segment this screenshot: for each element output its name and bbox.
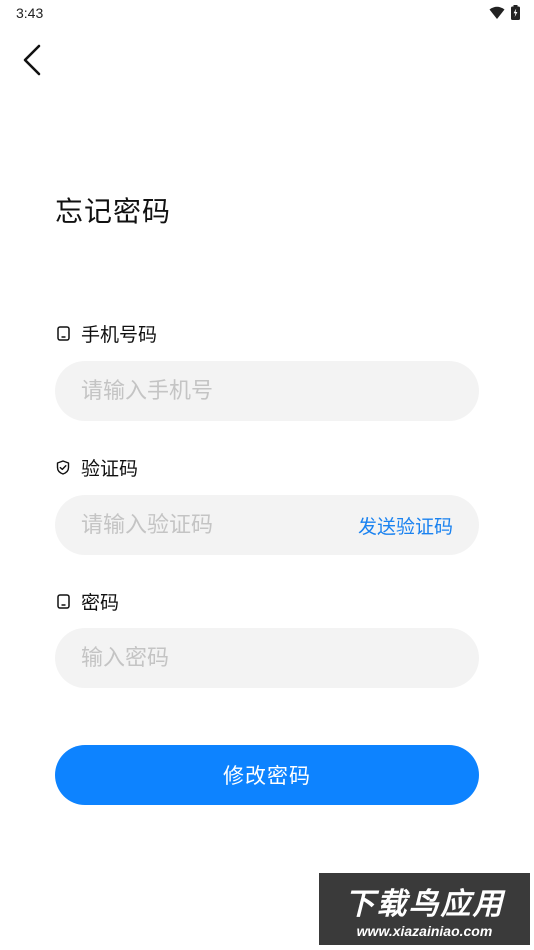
watermark-logo: 下载鸟应用 www.xiazainiao.com: [319, 873, 530, 945]
chevron-left-icon: [21, 44, 43, 80]
password-label: 密码: [55, 588, 119, 615]
status-bar: 3:43: [0, 0, 534, 28]
password-input[interactable]: [81, 645, 453, 671]
watermark-url: www.xiazainiao.com: [356, 923, 493, 939]
code-field[interactable]: 发送验证码: [55, 495, 479, 555]
phone-icon: [55, 326, 71, 342]
phone-input[interactable]: [81, 378, 453, 404]
watermark-title: 下载鸟应用: [344, 887, 505, 922]
wifi-icon: [489, 5, 505, 24]
back-button[interactable]: [14, 44, 50, 80]
shield-icon: [55, 460, 71, 476]
phone-label: 手机号码: [55, 320, 157, 347]
send-code-button[interactable]: 发送验证码: [358, 512, 453, 539]
status-time: 3:43: [16, 5, 44, 21]
password-label-text: 密码: [81, 592, 120, 614]
battery-icon: [511, 5, 520, 24]
phone-label-text: 手机号码: [81, 324, 158, 346]
page-title: 忘记密码: [55, 195, 172, 228]
password-field[interactable]: [55, 628, 479, 688]
phone-field[interactable]: [55, 361, 479, 421]
code-label-text: 验证码: [81, 458, 139, 480]
code-input[interactable]: [81, 512, 358, 538]
status-icons: [489, 5, 520, 24]
change-password-button[interactable]: 修改密码: [55, 745, 479, 805]
code-label: 验证码: [55, 454, 138, 481]
phone-icon: [55, 594, 71, 610]
